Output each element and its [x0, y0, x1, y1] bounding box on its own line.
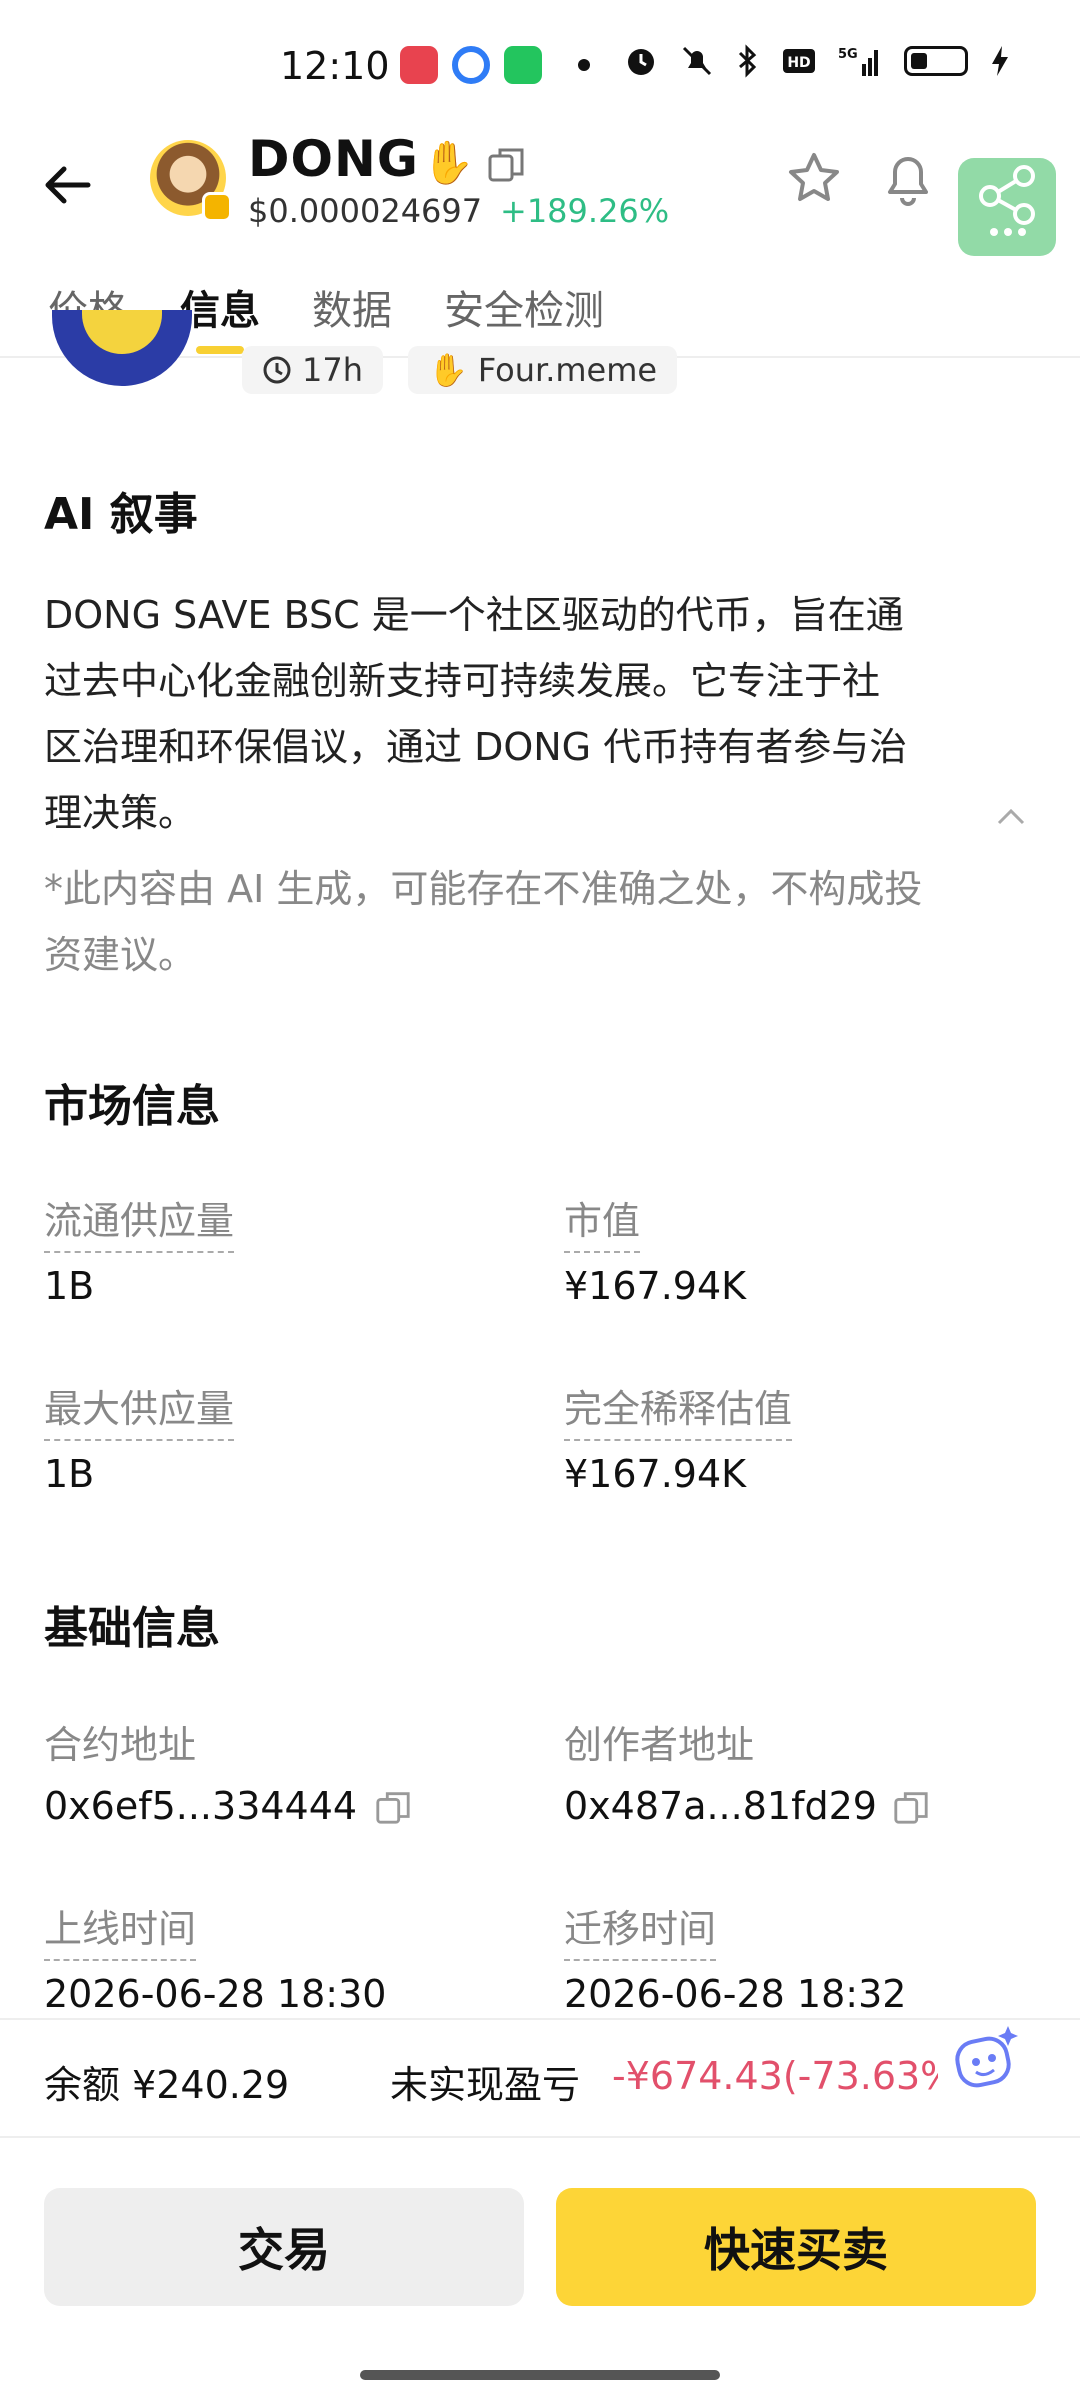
svg-text:5G: 5G — [838, 47, 858, 62]
hand-emoji-icon: ✋ — [422, 138, 475, 187]
token-header: DONG ✋ $0.000024697 +189.26% — [0, 130, 1080, 256]
token-image-large — [52, 310, 192, 386]
max-supply-value: 1B — [44, 1452, 95, 1496]
notification-icons — [400, 46, 590, 84]
ai-narrative-line: DONG SAVE BSC 是一个社区驱动的代币，旨在通 — [44, 593, 904, 637]
market-cap-value: ¥167.94K — [564, 1264, 747, 1308]
ai-disclaimer-line: *此内容由 AI 生成，可能存在不准确之处，不构成投 — [44, 867, 923, 911]
tab-security[interactable]: 安全检测 — [444, 278, 604, 336]
token-name: DONG — [248, 130, 419, 188]
back-arrow-icon[interactable] — [38, 155, 98, 215]
status-time: 12:10 — [280, 44, 390, 88]
max-supply-label[interactable]: 最大供应量 — [44, 1378, 235, 1441]
collapse-chevron-up-icon[interactable] — [994, 800, 1028, 834]
alarm-icon — [628, 49, 654, 75]
ai-narrative-line: 理决策。 — [44, 791, 197, 835]
price-change: +189.26% — [500, 192, 670, 230]
market-info-title: 市场信息 — [44, 1081, 220, 1132]
ai-assistant-icon[interactable] — [950, 2020, 1026, 2096]
market-cap-label[interactable]: 市值 — [564, 1190, 641, 1253]
launch-time-value: 2026-06-28 18:30 — [44, 1972, 387, 2016]
unrealized-pnl-label: 未实现盈亏 — [390, 2063, 581, 2107]
hd-icon: HD — [783, 49, 815, 73]
trade-button[interactable]: 交易 — [44, 2188, 524, 2306]
age-chip: 17h — [242, 346, 383, 394]
balance-bar: 余额 ¥240.29 未实现盈亏 -¥674.43(-73.63%) — [0, 2018, 1080, 2138]
bell-icon[interactable] — [880, 148, 936, 208]
clock-icon — [263, 356, 291, 384]
more-notifications-icon — [578, 59, 590, 71]
hand-emoji-icon: ✋ — [428, 351, 468, 389]
fdv-value: ¥167.94K — [564, 1452, 747, 1496]
launch-time-label[interactable]: 上线时间 — [44, 1898, 197, 1961]
battery-icon — [904, 46, 968, 76]
ai-narrative-line: 区治理和环保倡议，通过 DONG 代币持有者参与治 — [44, 725, 908, 769]
fdv-label[interactable]: 完全稀释估值 — [564, 1378, 793, 1441]
contract-address-value: 0x6ef5...334444 — [44, 1784, 358, 1828]
charging-icon — [992, 46, 1008, 76]
system-icons: HD 5G — [624, 44, 1010, 78]
ai-disclaimer-line: 资建议。 — [44, 933, 197, 977]
platform-chip[interactable]: ✋ Four.meme — [408, 346, 678, 394]
ai-narrative-title: AI 叙事 — [44, 489, 198, 540]
bluetooth-icon — [738, 44, 757, 78]
circulating-supply-label[interactable]: 流通供应量 — [44, 1190, 235, 1253]
unrealized-pnl-value: -¥674.43(-73.63%) — [612, 2054, 938, 2098]
tab-data[interactable]: 数据 — [312, 278, 392, 336]
copy-icon[interactable] — [486, 144, 526, 184]
ai-narrative-line: 过去中心化金融创新支持可持续发展。它专注于社 — [44, 659, 881, 703]
quick-trade-button[interactable]: 快速买卖 — [556, 2188, 1036, 2306]
mute-icon — [682, 46, 712, 76]
basic-info-title: 基础信息 — [44, 1603, 220, 1654]
age-text: 17h — [302, 351, 363, 389]
signal-5g-icon: 5G — [838, 47, 878, 76]
status-bar: 12:10 HD 5G — [0, 0, 1080, 130]
home-indicator[interactable] — [360, 2370, 720, 2380]
chain-badge-icon — [202, 192, 232, 222]
migration-time-label[interactable]: 迁移时间 — [564, 1898, 717, 1961]
balance-text: 余额 ¥240.29 — [44, 2063, 290, 2107]
chat-app-icon — [504, 46, 542, 84]
circulating-supply-value: 1B — [44, 1264, 95, 1308]
tab-info[interactable]: 信息 — [180, 278, 260, 336]
contract-address-label: 合约地址 — [44, 1723, 197, 1767]
svg-text:HD: HD — [787, 55, 810, 71]
creator-address-label: 创作者地址 — [564, 1723, 755, 1767]
migration-time-value: 2026-06-28 18:32 — [564, 1972, 907, 2016]
token-price: $0.000024697 — [248, 192, 483, 230]
browser-app-icon — [452, 46, 490, 84]
creator-address-value: 0x487a...81fd29 — [564, 1784, 877, 1828]
platform-text: Four.meme — [477, 351, 658, 389]
copy-contract-icon[interactable] — [374, 1788, 412, 1826]
active-tab-indicator — [196, 346, 244, 354]
video-app-icon — [400, 46, 438, 84]
share-icon — [979, 165, 1035, 236]
copy-creator-icon[interactable] — [892, 1788, 930, 1826]
ai-narrative-text: DONG SAVE BSC 是一个社区驱动的代币，旨在通 过去中心化金融创新支持… — [44, 582, 1004, 846]
favorite-star-icon[interactable] — [786, 150, 842, 206]
share-button[interactable] — [958, 158, 1056, 256]
ai-disclaimer: *此内容由 AI 生成，可能存在不准确之处，不构成投 资建议。 — [44, 856, 1024, 988]
